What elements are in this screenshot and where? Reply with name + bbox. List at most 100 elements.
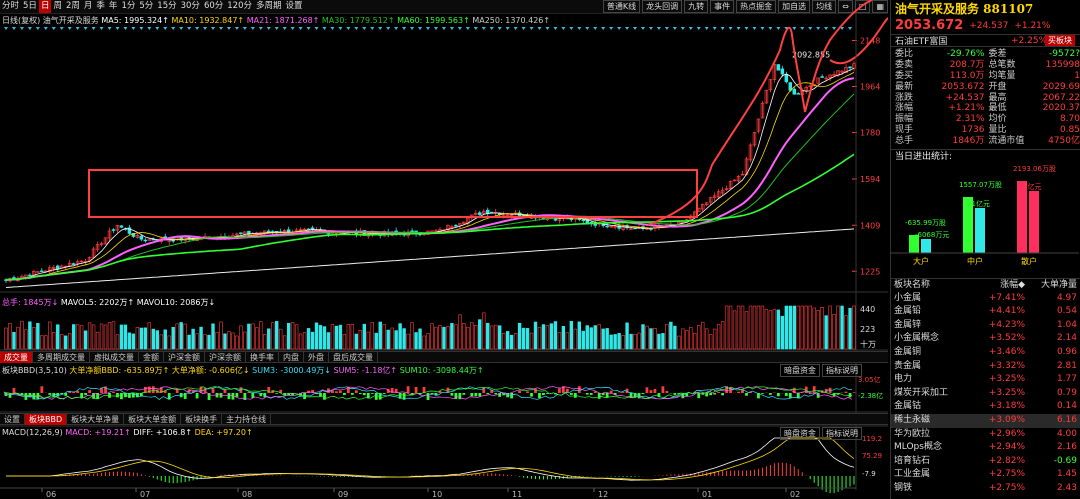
tab-tabs1-5[interactable]: 沪深余额 bbox=[205, 351, 246, 363]
candle-body bbox=[780, 68, 785, 75]
volume-bar bbox=[645, 325, 649, 350]
bbd-bar bbox=[577, 386, 581, 393]
board-row[interactable]: 金属钴 +3.18% 0.14 bbox=[891, 400, 1080, 414]
quote-row: 涨幅 +1.21% 最低 2020.37 bbox=[895, 103, 1080, 114]
tab-tabs2-2[interactable]: 板块大单净量 bbox=[67, 413, 125, 425]
flow-out-label: -6068万元 bbox=[915, 231, 949, 239]
bbd-bar bbox=[362, 393, 366, 396]
tab-tabs1-4[interactable]: 沪深金额 bbox=[164, 351, 205, 363]
board-change: +3.46% bbox=[988, 346, 1025, 357]
bbd-bar bbox=[88, 389, 91, 393]
tab-tabs1-8[interactable]: 外盘 bbox=[304, 351, 329, 363]
volume-bar bbox=[28, 321, 32, 350]
tab-tabs1-9[interactable]: 盘后成交量 bbox=[329, 351, 378, 363]
volume-bar bbox=[12, 332, 16, 350]
bbd-bar bbox=[649, 390, 653, 393]
board-row[interactable]: 华为欧拉 +2.96% 4.00 bbox=[891, 428, 1080, 442]
tab-tabs2-1[interactable]: 板块BBD bbox=[25, 413, 68, 425]
tab-tabs1-7[interactable]: 内盘 bbox=[279, 351, 304, 363]
indicator-tabs-top: 成交量 多周期成交量 虚拟成交量 金额 沪深金额 沪深余额 换手率 内盘 外盘 盘后成交量 bbox=[0, 351, 888, 363]
board-row[interactable]: 煤炭开采加工 +3.25% 0.79 bbox=[891, 387, 1080, 401]
bbd-sum10: SUM10: -3098.44万↑ bbox=[399, 366, 484, 375]
board-row[interactable]: 电力 +3.25% 1.77 bbox=[891, 373, 1080, 387]
board-col-net[interactable]: 大单净量 bbox=[1025, 279, 1077, 292]
tab-tabs2-5[interactable]: 主力持仓线 bbox=[222, 413, 272, 425]
event-marker bbox=[107, 27, 112, 30]
quote-panel: 油气开采及服务 881107 2053.672 +24.537 +1.21% 石… bbox=[890, 0, 1080, 499]
volume-bar bbox=[752, 305, 757, 350]
volume-bar bbox=[712, 328, 717, 350]
tab-tabs2-0[interactable]: 设置 bbox=[0, 413, 25, 425]
event-marker bbox=[195, 27, 200, 30]
bbd-net2: 大单净额: -0.606亿↓ bbox=[171, 366, 250, 375]
board-col-change[interactable]: 涨幅◆ bbox=[983, 279, 1025, 292]
tab-tabs1-0[interactable]: 成交量 bbox=[0, 351, 33, 363]
x-tick: 09 bbox=[338, 490, 348, 499]
tab-tabs1-1[interactable]: 多周期成交量 bbox=[33, 351, 90, 363]
tab-tabs1-3[interactable]: 金额 bbox=[139, 351, 164, 363]
board-row[interactable]: 培育钻石 +2.82% -0.69 bbox=[891, 455, 1080, 469]
dark-pool-button[interactable]: 暗盘资金 bbox=[780, 364, 820, 377]
candle-body bbox=[478, 212, 482, 215]
volume-bar bbox=[52, 332, 56, 350]
bbd-bar bbox=[406, 386, 410, 393]
board-row[interactable]: 钢铁 +2.75% 2.43 bbox=[891, 482, 1080, 496]
event-marker bbox=[250, 27, 255, 30]
volume-bar bbox=[617, 333, 621, 350]
board-net: 1.04 bbox=[1056, 319, 1077, 330]
quote-cell: 委比 bbox=[895, 49, 914, 59]
volume-bar bbox=[701, 321, 705, 350]
bbd-buttons: 暗盘资金 指标说明 bbox=[778, 364, 862, 377]
volume-bar bbox=[346, 324, 351, 350]
tab-tabs2-3[interactable]: 板块大单金额 bbox=[124, 413, 182, 425]
tab-tabs2-4[interactable]: 板块换手 bbox=[181, 413, 223, 425]
board-col-name[interactable]: 板块名称 bbox=[891, 279, 983, 292]
volume-bar bbox=[310, 331, 315, 350]
price-tick: 1225 bbox=[860, 267, 880, 276]
volume-bar bbox=[159, 334, 163, 350]
volume-bar bbox=[693, 332, 697, 350]
board-row[interactable]: 小金属 +7.41% 4.97 bbox=[891, 292, 1080, 306]
board-row[interactable]: 贵金属 +3.32% 2.81 bbox=[891, 360, 1080, 374]
event-marker bbox=[394, 27, 399, 30]
volume-bar bbox=[669, 321, 673, 350]
volume-bar bbox=[147, 322, 152, 350]
event-marker bbox=[410, 27, 415, 30]
event-marker bbox=[625, 27, 630, 30]
board-row[interactable]: 工业金属 +2.75% 1.45 bbox=[891, 468, 1080, 482]
volume-bar bbox=[633, 334, 637, 350]
board-row[interactable]: 金属铅 +4.41% 0.54 bbox=[891, 305, 1080, 319]
volume-bar bbox=[677, 335, 681, 350]
candle-body bbox=[410, 230, 414, 233]
volume-bar bbox=[629, 333, 633, 350]
event-marker bbox=[362, 27, 367, 30]
board-row[interactable]: MLOps概念 +2.94% 2.16 bbox=[891, 441, 1080, 455]
tab-tabs1-2[interactable]: 虚拟成交量 bbox=[90, 351, 139, 363]
bbd-bar bbox=[589, 393, 593, 395]
volume-bar bbox=[760, 305, 765, 350]
board-row[interactable]: 稀土永磁 +3.09% 6.16 bbox=[891, 413, 1080, 428]
volume-bar bbox=[625, 322, 629, 350]
event-marker bbox=[155, 27, 160, 30]
indicator-help-button[interactable]: 指标说明 bbox=[822, 364, 862, 377]
quote-cell: -29.76% bbox=[946, 49, 985, 59]
volume-bar bbox=[792, 305, 796, 350]
quote-row: 现手 1736 量比 0.85 bbox=[895, 125, 1080, 136]
event-marker bbox=[473, 27, 478, 30]
board-row[interactable]: 金属铜 +3.46% 0.96 bbox=[891, 346, 1080, 360]
volume-bar bbox=[71, 324, 76, 350]
tab-tabs1-6[interactable]: 换手率 bbox=[246, 351, 279, 363]
macd-help-button[interactable]: 指标说明 bbox=[822, 427, 862, 440]
board-row[interactable]: 小金属概念 +3.52% 2.14 bbox=[891, 332, 1080, 346]
quote-row: 振幅 2.31% 均价 8.70 bbox=[895, 114, 1080, 125]
volume-bar bbox=[804, 305, 808, 350]
buy-sector-button[interactable]: 买板块 bbox=[1045, 35, 1075, 46]
bbd-bar bbox=[354, 390, 358, 393]
event-marker bbox=[99, 27, 104, 30]
etf-name: 石油ETF富国 bbox=[895, 37, 948, 47]
board-row[interactable]: 金属锌 +4.23% 1.04 bbox=[891, 319, 1080, 333]
etf-row: 石油ETF富国 +2.25% 买板块 bbox=[891, 34, 1080, 47]
macd-dark-pool-button[interactable]: 暗盘资金 bbox=[780, 427, 820, 440]
bbd-bar bbox=[414, 386, 418, 393]
bbd-bar bbox=[717, 392, 721, 393]
